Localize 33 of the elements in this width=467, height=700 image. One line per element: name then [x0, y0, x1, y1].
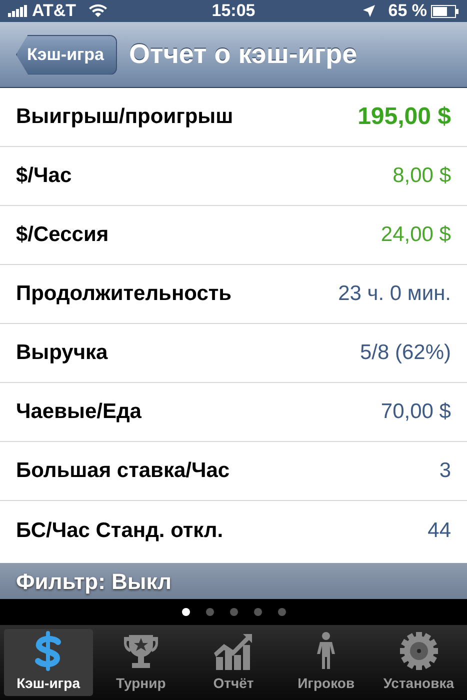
row-value: 8,00 $ — [392, 163, 451, 190]
row-label: Продолжительность — [16, 281, 232, 308]
row-value: 195,00 $ — [358, 102, 451, 132]
row-value: 5/8 (62%) — [360, 340, 451, 366]
location-arrow-icon — [362, 4, 376, 18]
back-button[interactable]: Кэш-игра — [16, 34, 117, 74]
tab[interactable]: Кэш-игра — [4, 629, 93, 696]
battery-percent: 65 % — [388, 0, 427, 22]
tab[interactable]: Игроков — [282, 629, 370, 696]
row-label: Выручка — [16, 340, 108, 366]
row-label: $/Час — [16, 163, 72, 190]
signal-icon — [8, 5, 28, 17]
carrier-name: AT&T — [32, 0, 76, 22]
wifi-icon — [88, 4, 108, 18]
status-time: 15:05 — [210, 0, 256, 22]
row-label: Чаевые/Еда — [16, 399, 142, 426]
row-label: Большая ставка/Час — [16, 458, 230, 484]
filter-status: Фильтр: Выкл — [16, 568, 172, 596]
row-label: БС/Час Станд. откл. — [16, 518, 224, 544]
row-label: Выигрыш/проигрыш — [16, 104, 234, 130]
row-value: 3 — [439, 458, 451, 484]
row-value: 44 — [428, 518, 451, 544]
row-value: 23 ч. 0 мин. — [338, 281, 451, 308]
screen-title: Отчет о кэш-игре — [128, 38, 358, 72]
tab[interactable]: Отчёт — [189, 629, 278, 696]
battery-icon — [430, 4, 459, 18]
tab[interactable]: Турнир — [96, 629, 186, 696]
row-label: $/Сессия — [16, 222, 109, 248]
gear-icon — [398, 631, 439, 671]
row-value: 70,00 $ — [380, 399, 451, 426]
chart-icon — [212, 631, 254, 671]
tab[interactable]: Установка — [374, 629, 463, 696]
row-value: 24,00 $ — [380, 222, 451, 248]
